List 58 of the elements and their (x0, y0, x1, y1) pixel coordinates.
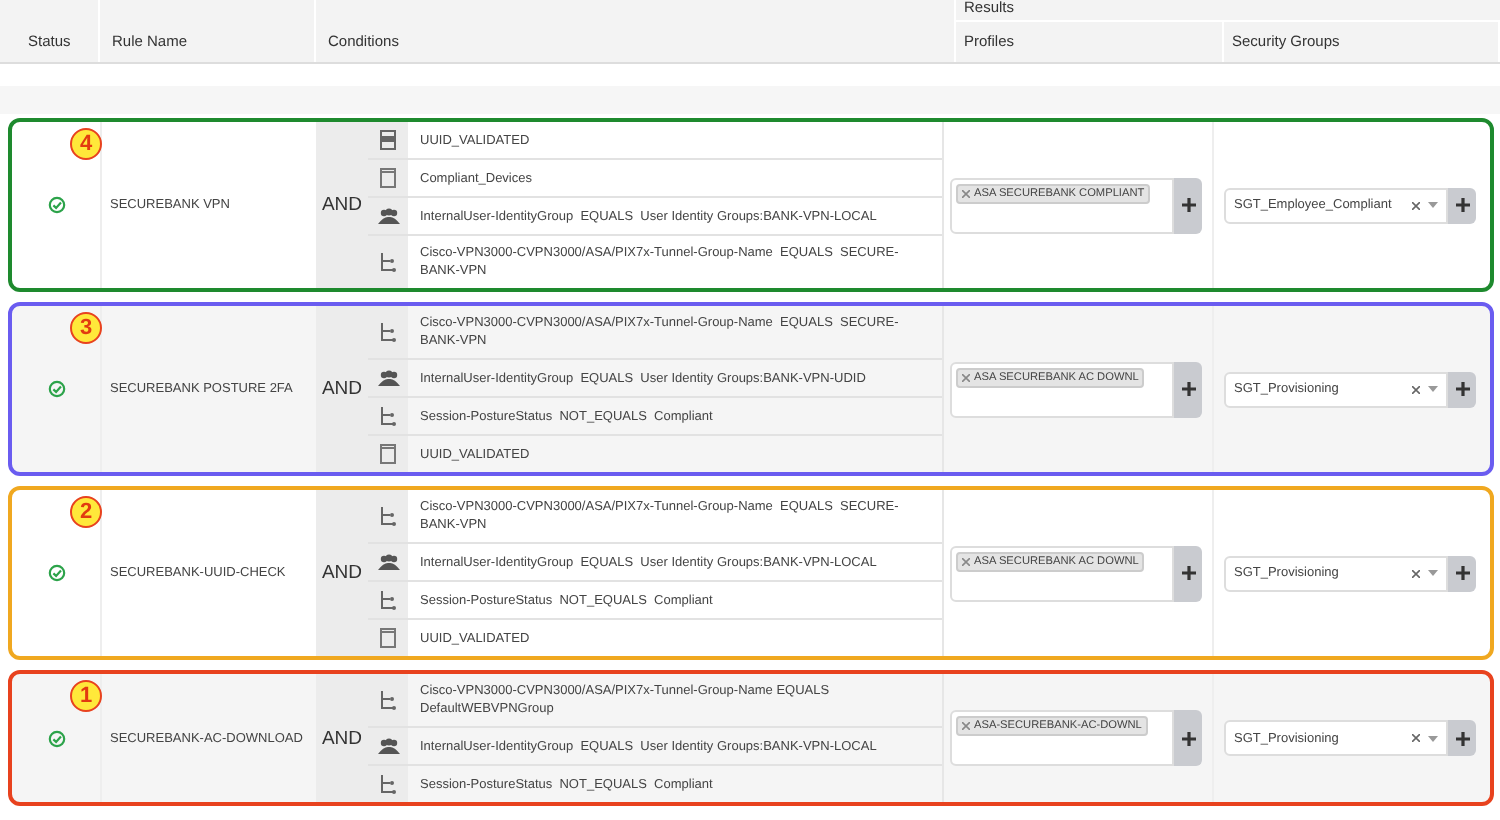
operator-label: AND (321, 562, 363, 584)
add-button[interactable] (1448, 555, 1476, 591)
add-button[interactable] (1174, 177, 1202, 233)
number-badge: 3 (70, 312, 102, 344)
operator-label: AND (321, 727, 363, 749)
remove-icon[interactable] (962, 557, 970, 565)
users-icon (377, 208, 399, 224)
add-button[interactable] (1448, 720, 1476, 756)
users-icon (377, 370, 399, 386)
add-button[interactable] (1448, 187, 1476, 223)
library-condition-icon (380, 168, 396, 188)
number-badge: 2 (70, 496, 102, 528)
rule-row-outline[interactable] (8, 118, 1494, 292)
caret-icon[interactable] (1428, 570, 1438, 576)
caret-icon[interactable] (1428, 735, 1438, 741)
clear-icon[interactable] (1412, 569, 1420, 577)
library-condition-icon (380, 444, 396, 464)
add-button[interactable] (1174, 545, 1202, 601)
hierarchy-icon (380, 774, 396, 794)
caret-icon[interactable] (1428, 202, 1438, 208)
users-icon (377, 554, 399, 570)
clear-icon[interactable] (1412, 201, 1420, 209)
caret-icon[interactable] (1428, 386, 1438, 392)
hierarchy-icon (380, 252, 396, 272)
add-button[interactable] (1174, 710, 1202, 766)
hierarchy-icon (380, 590, 396, 610)
hierarchy-icon (380, 322, 396, 342)
plus-icon (1181, 566, 1195, 580)
plus-icon (1455, 382, 1469, 396)
operator-label: AND (321, 378, 363, 400)
add-button[interactable] (1448, 371, 1476, 407)
plus-icon (1455, 731, 1469, 745)
users-icon (377, 738, 399, 754)
rule-row-outline[interactable] (8, 302, 1494, 476)
clear-icon[interactable] (1412, 734, 1420, 742)
number-badge: 4 (70, 128, 102, 160)
library-condition-icon (380, 130, 396, 150)
operator-label: AND (321, 194, 363, 216)
rule-row-outline[interactable] (8, 670, 1494, 806)
plus-icon (1455, 198, 1469, 212)
hierarchy-icon (380, 690, 396, 710)
remove-icon[interactable] (962, 189, 970, 197)
check-circle-icon (47, 564, 65, 582)
plus-icon (1181, 198, 1195, 212)
add-button[interactable] (1174, 361, 1202, 417)
plus-icon (1181, 382, 1195, 396)
check-circle-icon (47, 380, 65, 398)
hierarchy-icon (380, 406, 396, 426)
clear-icon[interactable] (1412, 385, 1420, 393)
plus-icon (1181, 731, 1195, 745)
check-circle-icon (47, 196, 65, 214)
number-badge: 1 (70, 680, 102, 712)
remove-icon[interactable] (962, 373, 970, 381)
plus-icon (1455, 566, 1469, 580)
library-condition-icon (380, 628, 396, 648)
hierarchy-icon (380, 506, 396, 526)
check-circle-icon (47, 729, 65, 747)
remove-icon[interactable] (962, 722, 970, 730)
